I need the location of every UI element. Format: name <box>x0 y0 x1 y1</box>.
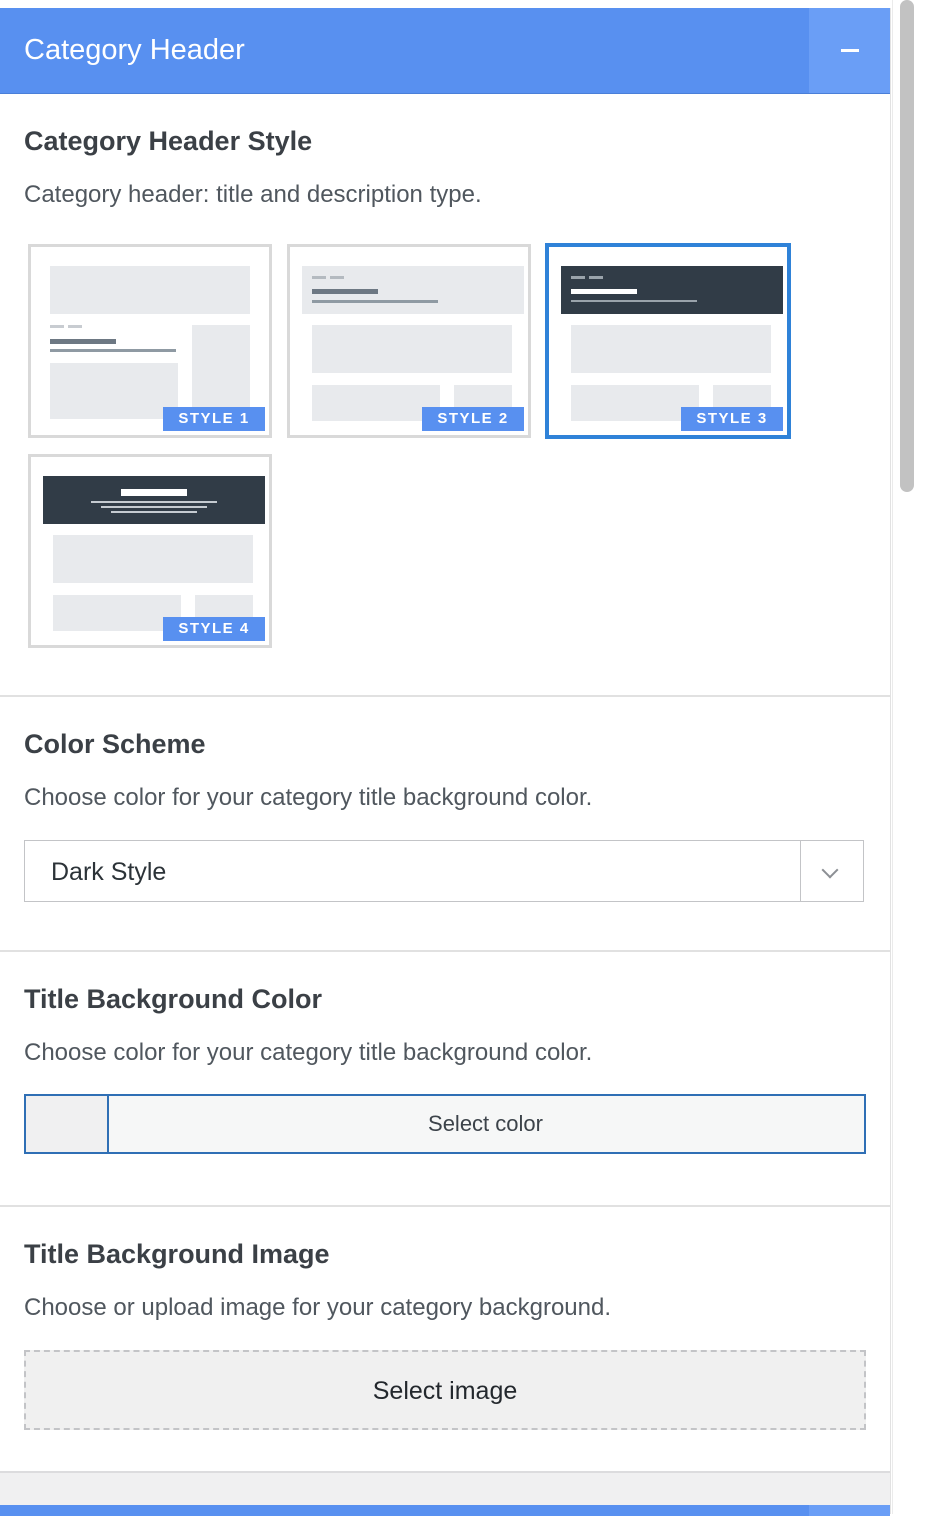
style-option-4[interactable]: STYLE 4 <box>28 454 272 648</box>
select-arrow[interactable] <box>800 841 863 901</box>
section-description: Choose or upload image for your category… <box>24 1294 612 1321</box>
section-title-bg-image: Title Background Image Choose or upload … <box>0 1205 890 1473</box>
select-image-label: Select image <box>372 1377 518 1405</box>
color-swatch <box>26 1096 109 1152</box>
panel-footer <box>0 1471 890 1516</box>
minus-icon <box>841 49 859 52</box>
select-color-label: Select color <box>428 1111 543 1136</box>
section-description: Category header: title and description t… <box>24 181 482 208</box>
scrollbar[interactable] <box>892 0 930 1514</box>
panel-title: Category Header <box>24 34 245 66</box>
style-option-3[interactable]: STYLE 3 <box>546 244 790 438</box>
chevron-down-icon <box>821 861 839 879</box>
category-header-panel: Category Header Category Header Style Ca… <box>0 8 891 1516</box>
section-title: Color Scheme <box>24 729 206 759</box>
color-scheme-select[interactable]: Dark Style <box>24 840 864 902</box>
section-title: Title Background Color <box>24 984 323 1014</box>
select-image-button[interactable]: Select image <box>24 1350 866 1430</box>
next-panel-toggle[interactable] <box>809 1505 890 1516</box>
section-title: Title Background Image <box>24 1239 330 1269</box>
section-description: Choose color for your category title bac… <box>24 784 593 811</box>
style-badge: STYLE 3 <box>681 407 783 431</box>
style-option-1[interactable]: STYLE 1 <box>28 244 272 438</box>
panel-header[interactable]: Category Header <box>0 8 890 94</box>
collapse-button[interactable] <box>809 8 890 93</box>
scrollbar-thumb[interactable] <box>900 0 914 492</box>
section-color-scheme: Color Scheme Choose color for your categ… <box>0 695 890 952</box>
select-value: Dark Style <box>51 858 167 886</box>
style-badge: STYLE 2 <box>422 407 524 431</box>
style-badge: STYLE 4 <box>163 617 265 641</box>
section-title-bg-color: Title Background Color Choose color for … <box>0 950 890 1207</box>
section-description: Choose color for your category title bac… <box>24 1039 593 1066</box>
next-panel-header[interactable] <box>0 1505 890 1516</box>
style-badge: STYLE 1 <box>163 407 265 431</box>
section-title: Category Header Style <box>24 126 313 156</box>
section-header-style: Category Header Style Category header: t… <box>0 93 890 695</box>
style-option-2[interactable]: STYLE 2 <box>287 244 531 438</box>
select-color-button[interactable]: Select color <box>24 1094 866 1154</box>
